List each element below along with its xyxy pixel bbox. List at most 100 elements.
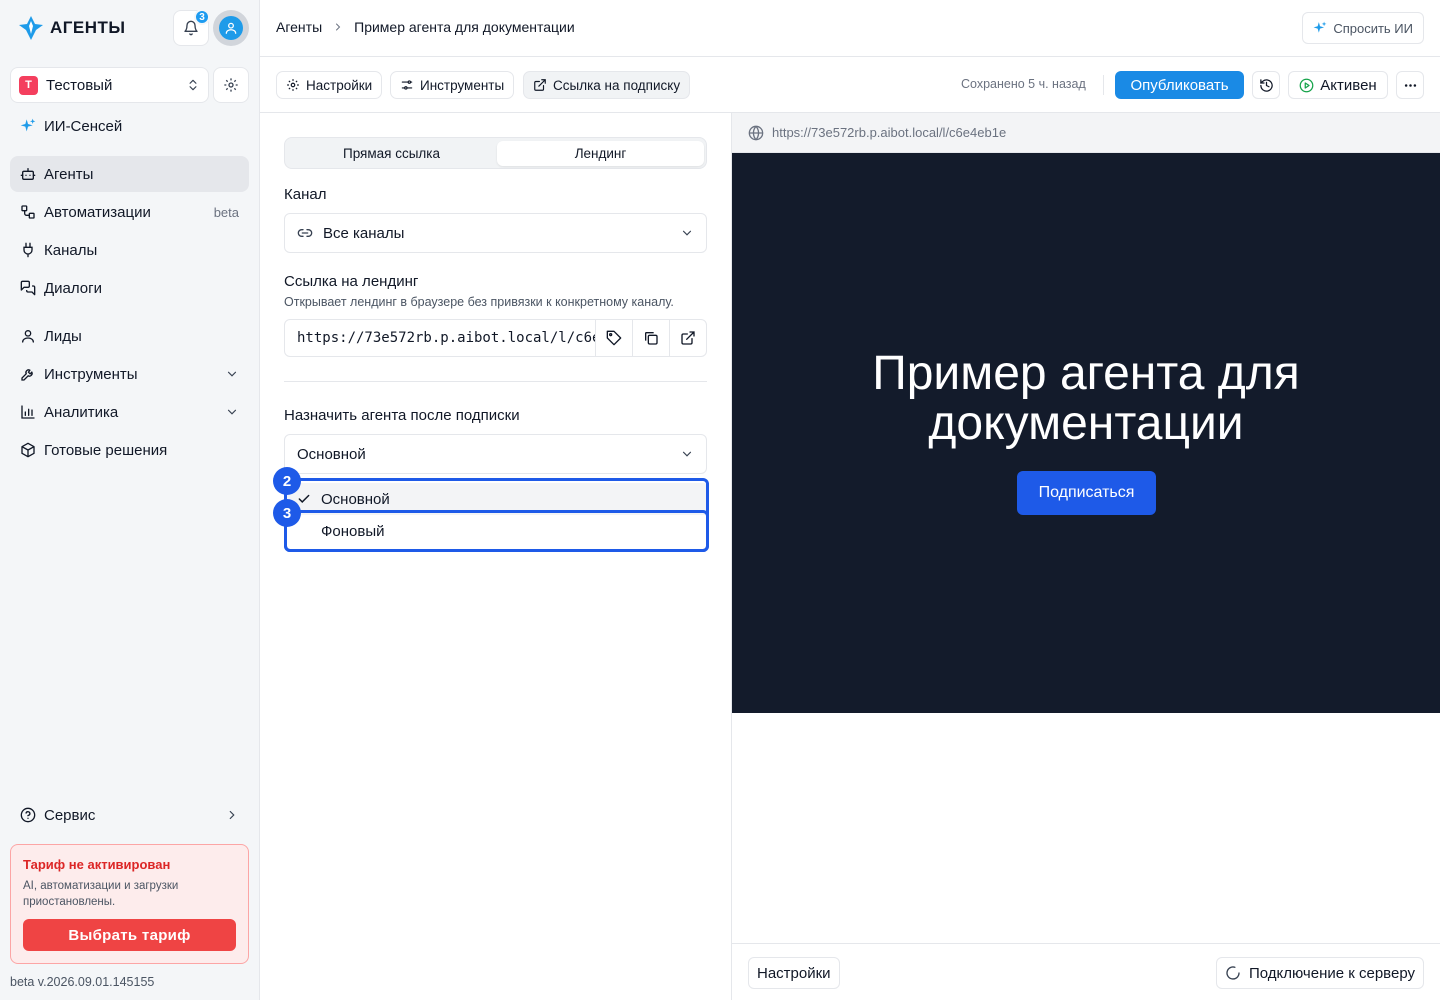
channel-label: Канал xyxy=(284,186,327,203)
sidebar-item-channels[interactable]: Каналы xyxy=(10,232,249,268)
agent-status-button[interactable]: Активен xyxy=(1288,71,1388,99)
segment-direct-link[interactable]: Прямая ссылка xyxy=(288,141,495,166)
sparkle-icon xyxy=(20,118,36,134)
sidebar-item-label: Автоматизации xyxy=(44,203,151,221)
workspace-switcher[interactable]: Т Тестовый xyxy=(10,67,209,103)
landing-url-text[interactable]: https://73e572rb.p.aibot.local/l/c6e4eb1… xyxy=(285,320,595,356)
channel-select[interactable]: Все каналы xyxy=(284,213,707,253)
sidebar-item-automations[interactable]: Автоматизации beta xyxy=(10,194,249,230)
chevrons-up-down-icon xyxy=(186,78,200,92)
sidebar-item-ai-sensei[interactable]: ИИ-Сенсей xyxy=(10,108,249,144)
chevron-down-icon xyxy=(680,226,694,240)
help-circle-icon xyxy=(20,807,36,823)
logo-text: АГЕНТЫ xyxy=(50,18,126,37)
divider xyxy=(1103,75,1104,95)
status-label: Активен xyxy=(1320,76,1377,94)
preview-address-bar: https://73e572rb.p.aibot.local/l/c6e4eb1… xyxy=(732,113,1440,153)
sidebar-item-tools[interactable]: Инструменты xyxy=(10,356,249,392)
preview-url: https://73e572rb.p.aibot.local/l/c6e4eb1… xyxy=(772,125,1007,140)
tag-button[interactable] xyxy=(595,320,632,356)
workflow-icon xyxy=(20,204,36,220)
tab-label: Ссылка на подписку xyxy=(553,77,681,93)
assign-agent-value: Основной xyxy=(297,445,366,463)
workspace-settings-button[interactable] xyxy=(213,67,249,103)
copy-button[interactable] xyxy=(632,320,669,356)
landing-link-label: Ссылка на лендинг xyxy=(284,273,419,290)
avatar xyxy=(219,16,243,40)
tariff-description: AI, автоматизации и загрузки приостановл… xyxy=(23,880,179,908)
sidebar-item-label: Аналитика xyxy=(44,403,119,421)
sidebar-item-label: Лиды xyxy=(44,327,82,345)
logo[interactable]: АГЕНТЫ xyxy=(18,14,126,42)
external-link-icon xyxy=(533,78,547,92)
history-icon xyxy=(1259,78,1274,93)
external-link-icon xyxy=(680,330,696,346)
history-button[interactable] xyxy=(1252,71,1280,99)
user-icon xyxy=(20,328,36,344)
assign-agent-select[interactable]: Основной xyxy=(284,434,707,474)
choose-tariff-button[interactable]: Выбрать тариф xyxy=(23,919,236,951)
ask-ai-label: Спросить ИИ xyxy=(1333,20,1413,36)
sidebar-item-label: ИИ-Сенсей xyxy=(44,117,123,135)
notification-count-badge: 3 xyxy=(194,9,210,25)
sidebar-item-service[interactable]: Сервис xyxy=(10,797,249,833)
chevron-down-icon xyxy=(225,367,239,381)
gear-icon xyxy=(286,78,300,92)
link-type-segmented-control: Прямая ссылка Лендинг xyxy=(284,137,707,169)
gear-icon xyxy=(223,77,239,93)
chevron-right-icon xyxy=(225,808,239,822)
breadcrumb: Агенты Пример агента для документации xyxy=(276,19,575,35)
publish-button[interactable]: Опубликовать xyxy=(1115,71,1244,99)
preview-settings-button[interactable]: Настройки xyxy=(748,957,840,989)
user-avatar-button[interactable] xyxy=(213,10,249,46)
sparkle-icon xyxy=(1313,21,1327,35)
play-circle-icon xyxy=(1299,78,1314,93)
tab-tools[interactable]: Инструменты xyxy=(390,71,515,99)
sidebar: АГЕНТЫ 3 Т Тестовый ИИ-Сенсей Агенты Авт… xyxy=(0,0,260,1000)
breadcrumb-current: Пример агента для документации xyxy=(354,19,575,35)
package-icon xyxy=(20,442,36,458)
sidebar-item-dialogs[interactable]: Диалоги xyxy=(10,270,249,306)
subscription-link-panel: Прямая ссылка Лендинг Канал Все каналы С… xyxy=(260,113,732,1000)
divider xyxy=(284,381,707,382)
open-link-button[interactable] xyxy=(669,320,706,356)
tools-icon xyxy=(400,78,414,92)
tab-subscription-link[interactable]: Ссылка на подписку xyxy=(523,71,691,99)
beta-badge: beta xyxy=(213,204,239,220)
option-highlight-frame xyxy=(284,510,709,552)
ask-ai-button[interactable]: Спросить ИИ xyxy=(1302,12,1424,44)
tag-icon xyxy=(606,330,622,346)
check-icon xyxy=(297,492,311,506)
subscribe-button[interactable]: Подписаться xyxy=(1017,471,1156,515)
sidebar-item-label: Диалоги xyxy=(44,279,102,297)
segment-landing[interactable]: Лендинг xyxy=(497,141,704,166)
sidebar-item-solutions[interactable]: Готовые решения xyxy=(10,432,249,468)
logo-icon xyxy=(18,15,44,41)
tab-settings[interactable]: Настройки xyxy=(276,71,383,99)
copy-icon xyxy=(643,330,659,346)
sidebar-item-label: Готовые решения xyxy=(44,441,168,459)
sidebar-item-analytics[interactable]: Аналитика xyxy=(10,394,249,430)
app-version: beta v.2026.09.01.145155 xyxy=(10,975,155,989)
chevron-down-icon xyxy=(225,405,239,419)
tab-label: Настройки xyxy=(306,77,373,93)
sidebar-item-leads[interactable]: Лиды xyxy=(10,318,249,354)
assign-agent-label: Назначить агента после подписки xyxy=(284,407,520,424)
landing-url-field: https://73e572rb.p.aibot.local/l/c6e4eb1… xyxy=(284,319,707,357)
workspace-name: Тестовый xyxy=(46,76,113,94)
sidebar-item-label: Каналы xyxy=(44,241,98,259)
marker-badge: 2 xyxy=(273,467,301,495)
breadcrumb-agents[interactable]: Агенты xyxy=(276,19,322,35)
channel-value: Все каналы xyxy=(323,224,405,242)
sidebar-item-agents[interactable]: Агенты xyxy=(10,156,249,192)
server-connection-status[interactable]: Подключение к серверу xyxy=(1215,957,1424,989)
chevron-right-icon xyxy=(332,21,344,33)
landing-hero: Пример агента для документации Подписать… xyxy=(732,153,1440,713)
more-options-button[interactable] xyxy=(1396,71,1424,99)
landing-link-description: Открывает лендинг в браузере без привязк… xyxy=(284,295,674,309)
loading-spinner-icon xyxy=(1225,965,1241,981)
tariff-title: Тариф не активирован xyxy=(23,857,171,872)
agent-toolbar: Настройки Инструменты Ссылка на подписку… xyxy=(260,57,1440,113)
sidebar-item-label: Сервис xyxy=(44,806,96,824)
preview-footer: Настройки Подключение к серверу xyxy=(732,943,1440,1000)
